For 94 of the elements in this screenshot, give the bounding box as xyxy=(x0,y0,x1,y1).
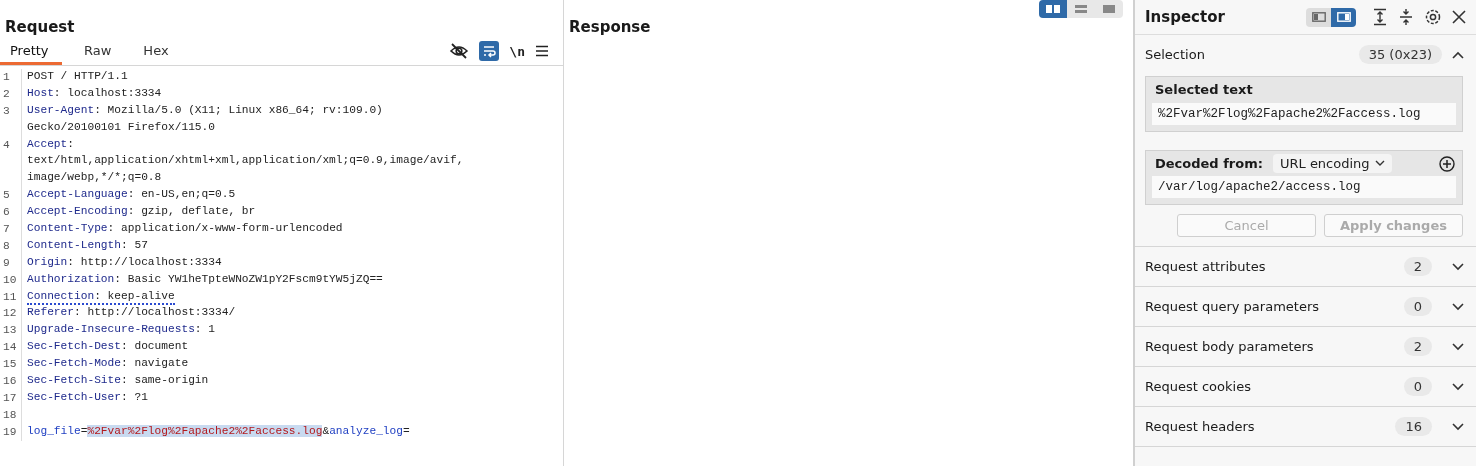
view-tab[interactable]: Raw xyxy=(74,37,122,65)
section-label: Request body parameters xyxy=(1145,339,1314,354)
line-number: 14 xyxy=(0,339,22,357)
section-label: Selection xyxy=(1145,47,1205,62)
code-line: Sec-Fetch-Dest: document xyxy=(27,339,189,355)
line-number: 18 xyxy=(0,406,22,424)
columns-layout-button[interactable] xyxy=(1039,0,1067,18)
decoded-text-field[interactable]: /var/log/apache2/access.log xyxy=(1152,176,1456,198)
code-line: log_file=%2Fvar%2Flog%2Fapache2%2Faccess.log&analyze_log= xyxy=(27,423,410,439)
line-number: 16 xyxy=(0,373,22,390)
code-line: User-Agent: Mozilla/5.0 (X11; Linux x86_64; rv:109.0) xyxy=(27,102,383,118)
dock-left-icon xyxy=(1311,12,1326,22)
code-line: Content-Type: application/x-www-form-urlencoded xyxy=(27,221,343,236)
line-number: 6 xyxy=(0,204,22,221)
rows-layout-icon xyxy=(1073,4,1089,14)
line-number: 15 xyxy=(0,356,22,374)
line-number: 8 xyxy=(0,237,22,255)
line-number: 2 xyxy=(0,85,22,103)
code-line: image/webp,*/*;q=0.8 xyxy=(27,170,162,186)
code-line: Origin: http://localhost:3334 xyxy=(27,254,222,270)
count-badge: 0 xyxy=(1403,377,1432,396)
card-title: Selected text xyxy=(1154,81,1254,99)
eye-slash-icon[interactable] xyxy=(449,41,470,61)
single-layout-icon xyxy=(1101,4,1117,14)
code-line: Accept-Language: en-US,en;q=0.5 xyxy=(27,187,236,203)
line-number: 10 xyxy=(0,271,22,289)
encoding-dropdown[interactable]: URL encoding xyxy=(1272,154,1392,173)
line-number: 11 xyxy=(0,288,22,306)
section-label: Request attributes xyxy=(1145,259,1266,274)
chevron-icon[interactable] xyxy=(1452,50,1464,59)
line-number: 3 xyxy=(0,102,22,120)
view-tab[interactable]: Pretty xyxy=(0,37,62,65)
add-icon[interactable] xyxy=(1439,155,1455,172)
line-number: 12 xyxy=(0,305,22,323)
caret-icon xyxy=(1374,160,1385,167)
columns-layout-icon xyxy=(1045,4,1061,14)
dock-right-icon xyxy=(1336,12,1351,22)
line-number: 7 xyxy=(0,221,22,238)
menu-icon[interactable] xyxy=(535,45,549,57)
count-badge: 35 (0x23) xyxy=(1358,45,1442,64)
code-line: Sec-Fetch-User: ?1 xyxy=(27,389,148,405)
single-layout-button[interactable] xyxy=(1095,0,1123,18)
code-line: Sec-Fetch-Site: same-origin xyxy=(27,373,209,389)
section-label: Request query parameters xyxy=(1145,299,1319,314)
count-badge: 16 xyxy=(1395,417,1432,436)
card-title: Decoded from: xyxy=(1155,156,1263,171)
collapse-icon[interactable] xyxy=(1398,8,1414,26)
code-line: Referer: http://localhost:3334/ xyxy=(27,305,236,321)
line-number: 9 xyxy=(0,254,22,272)
line-number: 19 xyxy=(0,423,22,441)
line-number: 17 xyxy=(0,389,22,407)
settings-icon[interactable] xyxy=(1424,8,1442,26)
rows-layout-button[interactable] xyxy=(1067,0,1095,18)
section-label: Request cookies xyxy=(1145,379,1251,394)
expand-icon[interactable] xyxy=(1372,8,1388,26)
code-line: Authorization: Basic YW1heTpteWNoZW1pY2Fscm9tYW5jZQ== xyxy=(27,271,383,287)
view-tab[interactable]: Hex xyxy=(133,37,179,65)
panel-title: Response xyxy=(568,17,651,37)
line-number: 4 xyxy=(0,136,22,154)
count-badge: 0 xyxy=(1403,297,1432,316)
chevron-icon[interactable] xyxy=(1452,342,1464,351)
code-line: Connection: keep-alive xyxy=(27,288,175,305)
chevron-icon[interactable] xyxy=(1452,382,1464,391)
code-line: Content-Length: 57 xyxy=(27,237,148,253)
code-line: POST / HTTP/1.1 xyxy=(27,69,128,84)
code-line: Accept: xyxy=(27,136,74,152)
chevron-icon[interactable] xyxy=(1452,262,1464,271)
count-badge: 2 xyxy=(1403,257,1432,276)
panel-title: Request xyxy=(4,17,76,37)
inspector-section[interactable]: Request body parameters 2 xyxy=(1135,327,1476,367)
close-icon[interactable] xyxy=(1452,10,1466,24)
inspector-section[interactable]: Request headers 16 xyxy=(1135,407,1476,447)
count-badge: 2 xyxy=(1403,337,1432,356)
code-line: Upgrade-Insecure-Requests: 1 xyxy=(27,322,215,338)
left-dock-button[interactable] xyxy=(1306,7,1331,27)
selected-text-field[interactable]: %2Fvar%2Flog%2Fapache2%2Faccess.log xyxy=(1152,103,1456,125)
inspector-title: Inspector xyxy=(1145,8,1225,26)
line-number: 13 xyxy=(0,322,22,340)
inspector-section[interactable]: Request attributes 2 xyxy=(1135,247,1476,287)
section-label: Request headers xyxy=(1145,419,1255,434)
line-number: 5 xyxy=(0,187,22,205)
line-number: 1 xyxy=(0,69,22,86)
code-line: Host: localhost:3334 xyxy=(27,85,162,101)
code-line: text/html,application/xhtml+xml,application/xml;q=0.9,image/avif, xyxy=(27,153,464,169)
inspector-section[interactable]: Request cookies 0 xyxy=(1135,367,1476,407)
wrap-lines-icon[interactable] xyxy=(479,41,500,61)
code-line: Accept-Encoding: gzip, deflate, br xyxy=(27,204,256,220)
newline-toggle[interactable]: \n xyxy=(509,43,525,59)
chevron-icon[interactable] xyxy=(1452,422,1464,431)
chevron-icon[interactable] xyxy=(1452,302,1464,311)
right-dock-button[interactable] xyxy=(1331,7,1356,27)
inspector-section[interactable]: Request query parameters 0 xyxy=(1135,287,1476,327)
code-line: Sec-Fetch-Mode: navigate xyxy=(27,356,189,372)
code-line: Gecko/20100101 Firefox/115.0 xyxy=(27,119,215,135)
